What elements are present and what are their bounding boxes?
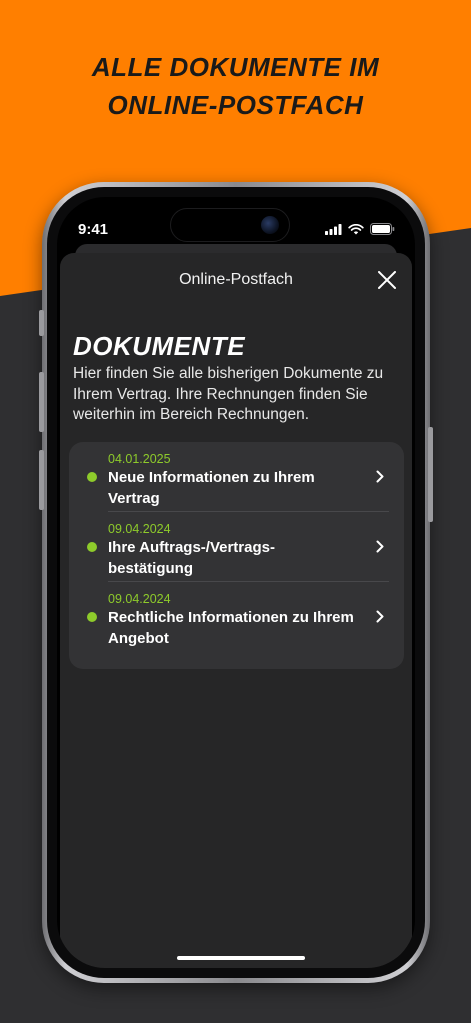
status-time: 9:41 bbox=[78, 221, 109, 238]
signal-icon bbox=[325, 223, 342, 235]
volume-up-button bbox=[39, 372, 44, 432]
document-item[interactable]: 09.04.2024 Ihre Auftrags-/Vertrags-bestä… bbox=[69, 512, 404, 582]
document-title: Neue Informationen zu Ihrem Vertrag bbox=[108, 469, 315, 507]
camera-icon bbox=[261, 216, 279, 234]
phone-screen: 9:41 Online-Postfach DOKUMENTE Hier find… bbox=[57, 197, 415, 968]
document-date: 09.04.2024 bbox=[108, 522, 171, 536]
volume-down-button bbox=[39, 450, 44, 510]
unread-dot-icon bbox=[87, 612, 97, 622]
battery-icon bbox=[370, 223, 395, 235]
document-item[interactable]: 04.01.2025 Neue Informationen zu Ihrem V… bbox=[69, 442, 404, 512]
status-icons bbox=[325, 223, 395, 235]
status-bar: 9:41 bbox=[57, 197, 415, 247]
page-title: DOKUMENTE bbox=[73, 331, 246, 361]
promo-headline-line-1: ALLE DOKUMENTE IM bbox=[91, 52, 380, 82]
document-date: 09.04.2024 bbox=[108, 592, 171, 606]
documents-list: 04.01.2025 Neue Informationen zu Ihrem V… bbox=[69, 442, 404, 669]
document-item[interactable]: 09.04.2024 Rechtliche Informationen zu I… bbox=[69, 582, 404, 652]
phone-frame: 9:41 Online-Postfach DOKUMENTE Hier find… bbox=[39, 182, 433, 983]
phone-bezel: 9:41 Online-Postfach DOKUMENTE Hier find… bbox=[47, 187, 425, 978]
dynamic-island bbox=[170, 208, 290, 242]
document-date: 04.01.2025 bbox=[108, 452, 171, 466]
home-indicator[interactable] bbox=[177, 956, 305, 960]
close-icon bbox=[378, 271, 396, 289]
wifi-icon bbox=[348, 223, 364, 234]
sheet-title: Online-Postfach bbox=[179, 271, 293, 288]
online-postfach-sheet: Online-Postfach DOKUMENTE Hier finden Si… bbox=[60, 253, 412, 968]
close-button[interactable] bbox=[372, 265, 402, 295]
intro-text: Hier finden Sie alle bisherigen Dokument… bbox=[73, 365, 384, 423]
chevron-right-icon bbox=[376, 470, 384, 483]
unread-dot-icon bbox=[87, 472, 97, 482]
unread-dot-icon bbox=[87, 542, 97, 552]
promo-headline: ALLE DOKUMENTE IM ONLINE-POSTFACH bbox=[0, 48, 471, 124]
document-title: Ihre Auftrags-/Vertrags-bestätigung bbox=[108, 539, 275, 577]
chevron-right-icon bbox=[376, 540, 384, 553]
action-button bbox=[39, 310, 44, 336]
promo-headline-line-2: ONLINE-POSTFACH bbox=[107, 90, 364, 120]
chevron-right-icon bbox=[376, 610, 384, 623]
power-button bbox=[428, 427, 433, 522]
document-title: Rechtliche Informationen zu Ihrem Angebo… bbox=[108, 609, 354, 647]
